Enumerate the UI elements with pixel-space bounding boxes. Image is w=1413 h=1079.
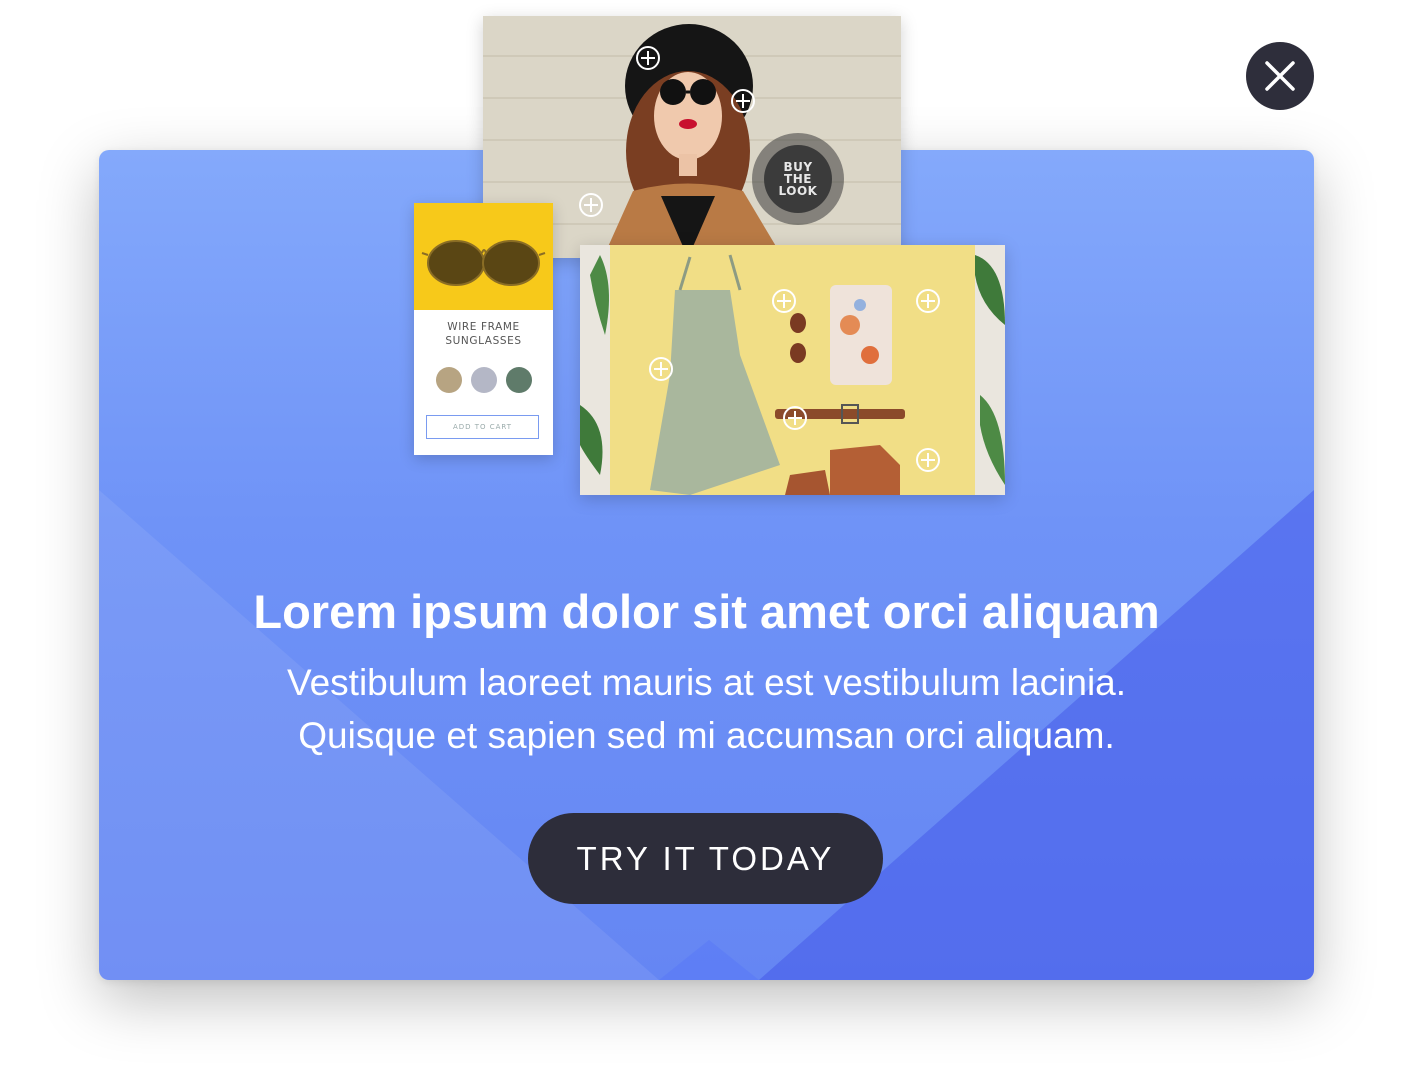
close-button[interactable] <box>1246 42 1314 110</box>
modal-headline: Lorem ipsum dolor sit amet orci aliquam <box>253 585 1160 638</box>
subtext-line1: Vestibulum laoreet mauris at est vestibu… <box>286 662 1127 703</box>
plus-circle-icon <box>783 406 807 430</box>
buy-the-look-button[interactable]: BUY THE LOOK <box>752 133 844 225</box>
hotspot-hat[interactable] <box>635 45 661 71</box>
swatch-tan[interactable] <box>435 367 462 393</box>
product-thumbnail <box>414 203 553 310</box>
hotspot-wallet[interactable] <box>915 288 941 314</box>
product-card: WIRE FRAME SUNGLASSES ADD TO CART <box>414 203 553 455</box>
plus-circle-icon <box>636 46 660 70</box>
plus-circle-icon <box>579 193 603 217</box>
buy-the-look-badge: BUY THE LOOK <box>764 145 832 213</box>
color-swatches <box>414 367 553 393</box>
try-it-today-button[interactable]: TRY IT TODAY <box>528 813 883 904</box>
hotspot-sunglasses[interactable] <box>730 88 756 114</box>
hotspot-dress[interactable] <box>648 356 674 382</box>
add-to-cart-button[interactable]: ADD TO CART <box>426 415 539 439</box>
plus-circle-icon <box>649 357 673 381</box>
hotspot-jacket[interactable] <box>578 192 604 218</box>
close-icon <box>1265 61 1295 91</box>
hotspot-boots[interactable] <box>915 447 941 473</box>
subtext-line2: Quisque et sapien sed mi accumsan orci a… <box>298 715 1115 756</box>
plus-circle-icon <box>731 89 755 113</box>
swatch-lavender-gray[interactable] <box>470 367 497 393</box>
buy-the-look-line3: LOOK <box>778 184 818 198</box>
outfit-flatlay-photo <box>580 245 1005 495</box>
modal-subtext: Vestibulum laoreet mauris at est vestibu… <box>99 656 1314 762</box>
hotspot-belt[interactable] <box>782 405 808 431</box>
hotspot-mini-sunglasses[interactable] <box>771 288 797 314</box>
product-name: WIRE FRAME SUNGLASSES <box>414 320 553 348</box>
plus-circle-icon <box>916 448 940 472</box>
product-name-line2: SUNGLASSES <box>445 335 522 347</box>
product-name-line1: WIRE FRAME <box>447 321 520 333</box>
plus-circle-icon <box>772 289 796 313</box>
swatch-green[interactable] <box>505 367 532 393</box>
plus-circle-icon <box>916 289 940 313</box>
